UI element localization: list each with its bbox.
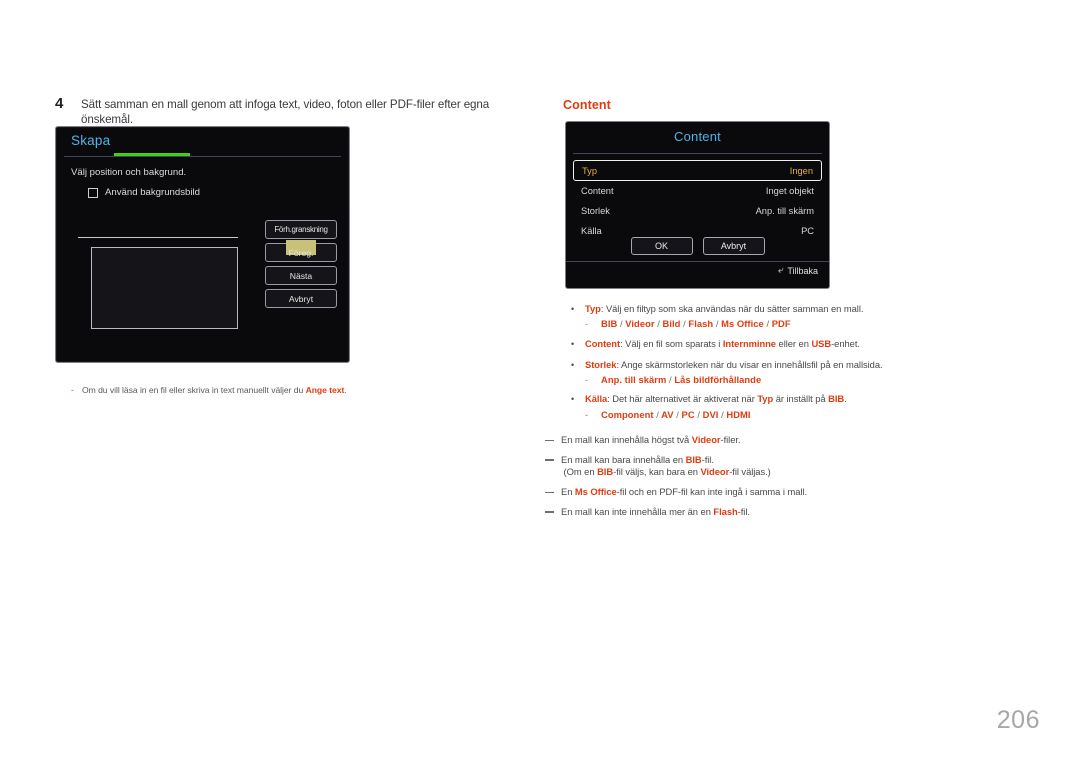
setting-row-storlek[interactable]: Storlek Anp. till skärm [573,201,822,221]
skapa-instruction-text: Välj position och bakgrund. [71,167,187,178]
step-text: Sätt samman en mall genom att infoga tex… [81,98,490,127]
note-dash-icon [545,492,561,493]
bullet-sub-text: Component / AV / PC / DVI / HDMI [601,408,751,420]
setting-label-storlek: Storlek [581,206,610,216]
skapa-button-column: Förh.granskning Föreg. Nästa Avbryt [265,220,337,312]
checkbox-icon[interactable] [88,187,98,198]
note-dash-icon [545,459,561,460]
previous-button[interactable]: Föreg. [265,243,337,262]
bullet-storlek: • Storlek: Ange skärmstorleken när du vi… [571,359,1033,385]
template-preview-area[interactable] [91,247,238,329]
bullet-sub-row: - Anp. till skärm / Lås bildförhållande [585,374,1033,385]
ok-button[interactable]: OK [630,237,693,255]
bullet-dot: • [571,304,575,314]
back-label: Tillbaka [787,265,818,276]
content-osd-panel: Content Typ Ingen Content Inget objekt S… [565,121,830,289]
notes-list: En mall kan innehålla högst två Videor-f… [545,434,1025,525]
setting-label-content: Content [581,186,614,196]
bullet-content: • Content: Välj en fil som sparats i Int… [571,338,1033,350]
setting-row-content[interactable]: Content Inget objekt [573,181,822,201]
cancel-button[interactable]: Avbryt [265,289,337,308]
setting-value-storlek: Anp. till skärm [755,206,814,216]
note-item: En Ms Office-fil och en PDF-fil kan inte… [545,486,1025,499]
options-bullet-list: • Typ: Välj en filtyp som ska användas n… [571,303,1033,428]
bullet-text: Content: Välj en fil som sparats i Inter… [585,337,860,349]
note-text: En mall kan innehålla högst två Videor-f… [561,434,741,445]
bullet-sub-row: - BIB / Videor / Bild / Flash / Ms Offic… [585,318,1033,329]
use-background-image-checkbox-row[interactable]: Använd bakgrundsbild [88,187,200,198]
setting-value-content: Inget objekt [765,186,814,196]
return-arrow-icon: ⤷ [777,265,784,276]
step-number: 4 [55,95,64,112]
bullet-typ: • Typ: Välj en filtyp som ska användas n… [571,303,1033,329]
content-panel-buttons: OK Avbryt [566,237,829,255]
cancel-button[interactable]: Avbryt [702,237,765,255]
sub-dash: - [585,409,588,420]
content-panel-title: Content [674,129,721,144]
skapa-panel-body: Välj position och bakgrund. Använd bakgr… [56,161,349,361]
bullet-text: Storlek: Ange skärmstorleken när du visa… [585,358,883,370]
content-header-divider [573,153,822,154]
skapa-osd-panel: Skapa Välj position och bakgrund. Använd… [55,126,350,363]
bullet-dot: • [571,394,575,405]
left-column: 4 Sätt samman en mall genom att infoga t… [55,95,525,395]
footnote-dash: - [71,385,74,395]
bullet-kalla: • Källa: Det här alternativet är aktiver… [571,393,1033,419]
use-background-image-label: Använd bakgrundsbild [105,187,200,198]
bullet-sub-row: - Component / AV / PC / DVI / HDMI [585,409,1033,420]
left-footnote: - Om du vill läsa in en fil eller skriva… [71,385,347,395]
right-column: Content Content Typ Ingen Content Inget … [561,98,1033,517]
setting-row-typ[interactable]: Typ Ingen [573,160,822,181]
bullet-text: Källa: Det här alternativet är aktiverat… [585,393,847,405]
content-footer-divider [566,261,829,262]
setting-label-typ: Typ [582,165,597,176]
preview-button[interactable]: Förh.granskning [265,220,337,239]
note-item: En mall kan inte innehålla mer än en Fla… [545,506,1025,519]
content-settings-list: Typ Ingen Content Inget objekt Storlek A… [573,160,822,241]
skapa-panel-header: Skapa [56,127,349,161]
note-dash-icon [545,511,561,512]
header-divider [64,156,341,157]
note-text: En Ms Office-fil och en PDF-fil kan inte… [561,486,807,498]
setting-label-kalla: Källa [581,226,602,236]
bullet-dot: • [571,338,575,349]
bullet-sub-text: BIB / Videor / Bild / Flash / Ms Office … [601,318,791,330]
note-dash-icon [545,440,561,441]
page-number: 206 [996,706,1040,734]
skapa-panel-title: Skapa [71,133,111,148]
bullet-sub-text: Anp. till skärm / Lås bildförhållande [601,373,762,385]
section-heading: Content [563,98,611,112]
bullet-text: Typ: Välj en filtyp som ska användas när… [585,303,864,314]
back-control[interactable]: ⤷ Tillbaka [778,265,818,276]
note-text: En mall kan bara innehålla en BIB-fil. (… [561,453,771,478]
bullet-dot: • [571,359,575,370]
sub-dash: - [585,319,588,330]
note-item: En mall kan bara innehålla en BIB-fil. (… [545,454,1025,479]
setting-value-kalla: PC [801,226,814,236]
step-line: 4 Sätt samman en mall genom att infoga t… [55,95,525,127]
footnote-text: Om du vill läsa in en fil eller skriva i… [82,385,347,395]
sub-dash: - [585,374,588,385]
setting-value-typ: Ingen [789,165,813,176]
note-item: En mall kan innehålla högst två Videor-f… [545,434,1025,447]
next-button[interactable]: Nästa [265,266,337,285]
note-text: En mall kan inte innehålla mer än en Fla… [561,505,750,517]
panel-divider-line [78,237,238,238]
